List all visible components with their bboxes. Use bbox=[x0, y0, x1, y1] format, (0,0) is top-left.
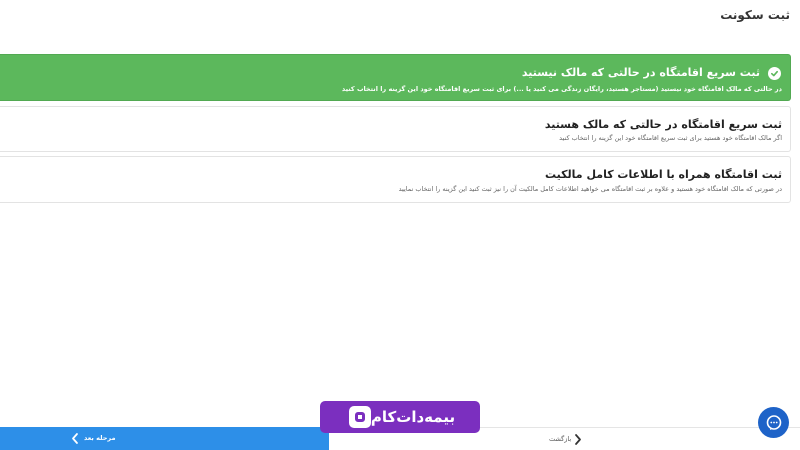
next-step-label: مرحله بعد bbox=[84, 434, 116, 442]
chevron-right-icon bbox=[575, 434, 581, 445]
logo-mark-icon bbox=[348, 406, 371, 428]
option-description: در حالتی که مالک اقامتگاه خود نیستید (مس… bbox=[341, 85, 782, 93]
chevron-left-icon bbox=[72, 433, 78, 444]
option-quick-non-owner[interactable]: ثبت سریع اقامتگاه در حالتی که مالک نیستی… bbox=[0, 54, 791, 101]
option-title: ثبت سریع اقامتگاه در حالتی که مالک هستید bbox=[544, 118, 782, 131]
option-description: اگر مالک اقامتگاه خود هستید برای ثبت سری… bbox=[559, 134, 782, 142]
option-title: ثبت اقامتگاه همراه با اطلاعات کامل مالکی… bbox=[545, 168, 782, 181]
option-quick-owner[interactable]: ثبت سریع اقامتگاه در حالتی که مالک هستید… bbox=[0, 106, 791, 152]
bimeh-logo: بیمه‌دات‌کام bbox=[320, 401, 480, 433]
check-circle-icon bbox=[768, 67, 781, 80]
option-title: ثبت سریع اقامتگاه در حالتی که مالک نیستی… bbox=[521, 66, 760, 79]
page-title: ثبت سکونت bbox=[720, 8, 790, 22]
back-label: بازگشت bbox=[549, 435, 572, 443]
option-full-ownership[interactable]: ثبت اقامتگاه همراه با اطلاعات کامل مالکی… bbox=[0, 156, 791, 203]
chat-icon bbox=[766, 414, 781, 430]
logo-text: بیمه‌دات‌کام bbox=[370, 408, 456, 426]
option-description: در صورتی که مالک اقامتگاه خود هستید و عل… bbox=[398, 185, 782, 193]
chat-button[interactable] bbox=[758, 407, 789, 438]
next-step-button[interactable]: مرحله بعد bbox=[0, 427, 329, 450]
